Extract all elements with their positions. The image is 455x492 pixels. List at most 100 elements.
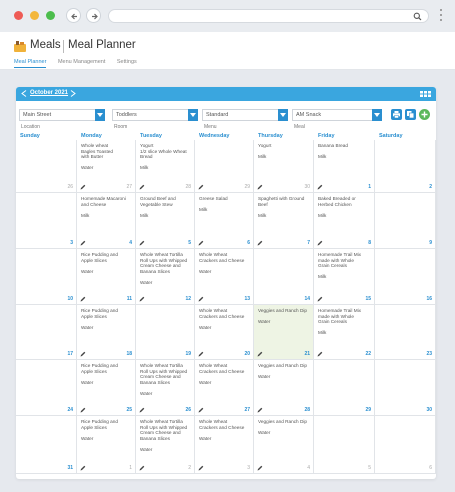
browser-menu-icon[interactable] <box>439 9 443 23</box>
grid-view-icon[interactable] <box>420 91 431 97</box>
calendar-day-cell[interactable]: Whole wheat Bagles Toasted with Butter W… <box>77 140 136 193</box>
calendar-day-cell[interactable]: Whole Wheat Tortilla Roll Ups with Whipp… <box>136 360 195 416</box>
edit-pencil-icon[interactable] <box>257 351 263 357</box>
edit-pencil-icon[interactable] <box>257 407 263 413</box>
calendar-day-cell[interactable]: Whole Wheat Tortilla Roll Ups with Whipp… <box>136 416 195 474</box>
edit-pencil-icon[interactable] <box>139 407 145 413</box>
calendar-day-cell[interactable]: Veggies and Ranch Dip Water 21 <box>254 305 314 360</box>
calendar-day-cell[interactable]: Rice Pudding and Apple Slices Water 11 <box>77 249 136 305</box>
back-button[interactable] <box>66 8 81 23</box>
edit-pencil-icon[interactable] <box>317 184 323 190</box>
edit-pencil-icon[interactable] <box>139 465 145 471</box>
calendar-day-cell[interactable]: Rice Pudding and Apple Slices Water 18 <box>77 305 136 360</box>
calendar-day-cell[interactable]: 3 <box>16 193 77 249</box>
minimize-window-dot[interactable] <box>30 11 39 20</box>
calendar-day-cell[interactable]: Homemade Trail Mix made with Whole Grain… <box>314 305 375 360</box>
day-header-tuesday: Tuesday <box>140 133 162 139</box>
day-number: 22 <box>365 351 371 357</box>
calendar-day-cell[interactable]: Whole Wheat Crackers and Cheese Water 13 <box>195 249 254 305</box>
address-bar[interactable] <box>108 9 429 23</box>
calendar-day-cell[interactable]: 19 <box>136 305 195 360</box>
next-month-icon[interactable] <box>70 90 76 97</box>
calendar-day-cell[interactable]: 17 <box>16 305 77 360</box>
location-select[interactable]: Main Street <box>19 109 105 121</box>
previous-month-icon[interactable] <box>21 90 27 97</box>
edit-pencil-icon[interactable] <box>80 240 86 246</box>
tab-settings[interactable]: Settings <box>117 59 137 65</box>
day-header-thursday: Thursday <box>258 133 283 139</box>
edit-pencil-icon[interactable] <box>80 351 86 357</box>
edit-pencil-icon[interactable] <box>257 240 263 246</box>
tab-meal-planner[interactable]: Meal Planner <box>14 59 47 68</box>
calendar-day-cell[interactable]: Yogurt 1/2 slice Whole Wheat Bread Milk 2… <box>136 140 195 193</box>
tab-menu-management[interactable]: Menu Management <box>58 59 105 65</box>
calendar-day-cell[interactable]: 6 <box>375 416 436 474</box>
edit-pencil-icon[interactable] <box>198 296 204 302</box>
calendar-day-cell[interactable]: 9 <box>375 193 436 249</box>
copy-button[interactable] <box>405 109 416 120</box>
calendar-day-cell[interactable]: 26 <box>16 140 77 193</box>
calendar-day-cell[interactable]: 29 <box>314 360 375 416</box>
edit-pencil-icon[interactable] <box>317 296 323 302</box>
calendar-day-cell[interactable]: Greese Salad Milk 6 <box>195 193 254 249</box>
calendar-day-cell[interactable]: Homemade Trail Mix made with Whole Grain… <box>314 249 375 305</box>
calendar-day-cell[interactable]: Whole Wheat Tortilla Roll Ups with Whipp… <box>136 249 195 305</box>
close-window-dot[interactable] <box>14 11 23 20</box>
menu-select[interactable]: Standard <box>202 109 288 121</box>
chevron-down-icon <box>188 109 198 121</box>
meal-entry: Rice Pudding and Apple Slices Water <box>81 252 119 274</box>
edit-pencil-icon[interactable] <box>317 240 323 246</box>
edit-pencil-icon[interactable] <box>317 351 323 357</box>
edit-pencil-icon[interactable] <box>198 407 204 413</box>
maximize-window-dot[interactable] <box>46 11 55 20</box>
calendar-day-cell[interactable]: Homemade Macaroni and Cheese Milk 4 <box>77 193 136 249</box>
calendar-day-cell[interactable]: Spaghetti with Ground Beef Milk 7 <box>254 193 314 249</box>
month-selector[interactable]: October 2021 <box>30 90 68 96</box>
edit-pencil-icon[interactable] <box>80 407 86 413</box>
edit-pencil-icon[interactable] <box>198 184 204 190</box>
add-button[interactable] <box>419 109 430 120</box>
calendar-day-cell[interactable]: 23 <box>375 305 436 360</box>
calendar-day-cell[interactable]: Rice Pudding and Apple Slices Water 25 <box>77 360 136 416</box>
calendar-day-cell[interactable]: Whole Wheat Crackers and Cheese Water 27 <box>195 360 254 416</box>
calendar-day-cell[interactable]: 24 <box>16 360 77 416</box>
calendar-day-cell[interactable]: 16 <box>375 249 436 305</box>
meal-select[interactable]: AM Snack <box>292 109 382 121</box>
edit-pencil-icon[interactable] <box>257 465 263 471</box>
edit-pencil-icon[interactable] <box>139 296 145 302</box>
calendar-day-cell[interactable]: Whole Wheat Crackers and Cheese Water 3 <box>195 416 254 474</box>
calendar-day-cell[interactable]: Veggies and Ranch Dip Water 28 <box>254 360 314 416</box>
edit-pencil-icon[interactable] <box>139 184 145 190</box>
meal-value: AM Snack <box>296 112 322 118</box>
calendar-day-cell[interactable]: 10 <box>16 249 77 305</box>
calendar-day-cell[interactable]: 14 <box>254 249 314 305</box>
edit-pencil-icon[interactable] <box>80 184 86 190</box>
edit-pencil-icon[interactable] <box>198 465 204 471</box>
day-number: 1 <box>368 184 371 190</box>
print-button[interactable] <box>391 109 402 120</box>
calendar-day-cell[interactable]: Whole Wheat Crackers and Cheese Water 20 <box>195 305 254 360</box>
calendar-day-cell[interactable]: 29 <box>195 140 254 193</box>
calendar-day-cell[interactable]: 5 <box>314 416 375 474</box>
calendar-day-cell[interactable]: Yogurt Milk 30 <box>254 140 314 193</box>
edit-pencil-icon[interactable] <box>139 240 145 246</box>
calendar-day-cell[interactable]: 30 <box>375 360 436 416</box>
day-number: 7 <box>307 240 310 246</box>
edit-pencil-icon[interactable] <box>80 465 86 471</box>
calendar-day-cell[interactable]: 31 <box>16 416 77 474</box>
edit-pencil-icon[interactable] <box>80 296 86 302</box>
calendar-day-cell[interactable]: Rice Pudding and Apple Slices Water 1 <box>77 416 136 474</box>
edit-pencil-icon[interactable] <box>198 240 204 246</box>
day-number: 13 <box>244 296 250 302</box>
day-header-monday: Monday <box>81 133 102 139</box>
calendar-day-cell[interactable]: Banana Bread Milk 1 <box>314 140 375 193</box>
calendar-day-cell[interactable]: Veggies and Ranch Dip Water 4 <box>254 416 314 474</box>
meal-entry: Veggies and Ranch Dip Water <box>258 363 307 380</box>
edit-pencil-icon[interactable] <box>257 184 263 190</box>
edit-pencil-icon[interactable] <box>198 351 204 357</box>
calendar-day-cell[interactable]: Baked Breaded or Herbed Chicken Milk 8 <box>314 193 375 249</box>
room-select[interactable]: Toddlers <box>112 109 198 121</box>
calendar-day-cell[interactable]: Ground Beef and Vegetable Stew Milk 5 <box>136 193 195 249</box>
forward-button[interactable] <box>86 8 101 23</box>
calendar-day-cell[interactable]: 2 <box>375 140 436 193</box>
